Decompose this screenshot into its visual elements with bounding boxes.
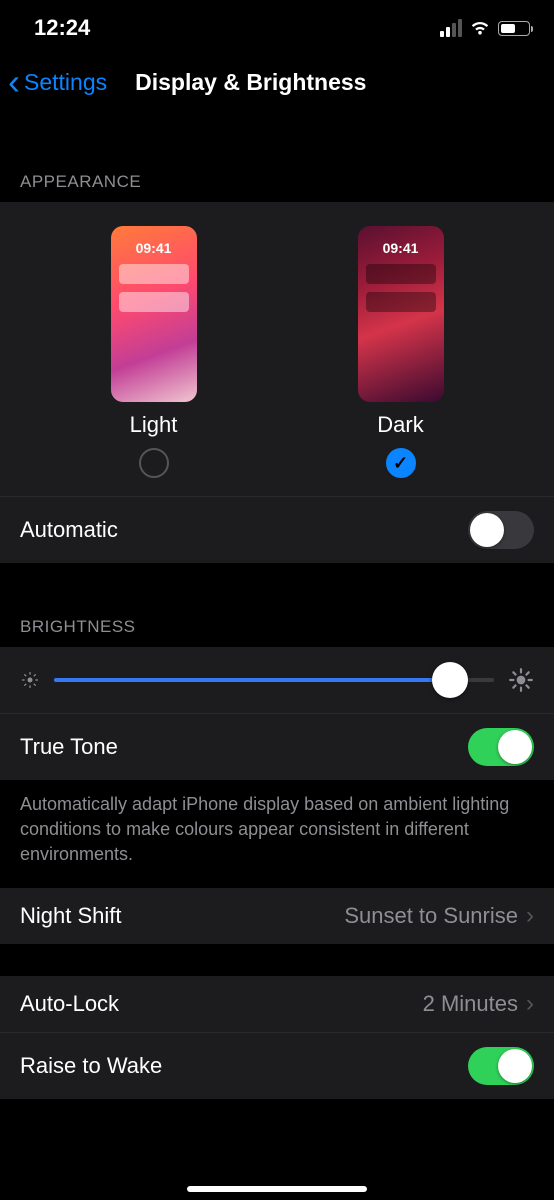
brightness-low-icon [20, 670, 40, 690]
home-indicator[interactable] [187, 1186, 367, 1192]
status-bar: 12:24 [0, 0, 554, 50]
night-shift-group: Night Shift Sunset to Sunrise › [0, 888, 554, 944]
appearance-light-option[interactable]: 09:41 Light [111, 226, 197, 478]
true-tone-label: True Tone [20, 734, 118, 760]
auto-lock-label: Auto-Lock [20, 991, 119, 1017]
appearance-group: 09:41 Light 09:41 Dark Automatic [0, 202, 554, 563]
brightness-slider[interactable] [54, 678, 494, 682]
light-preview-icon: 09:41 [111, 226, 197, 402]
brightness-high-icon [508, 667, 534, 693]
chevron-right-icon: › [526, 902, 534, 930]
night-shift-value: Sunset to Sunrise [344, 903, 518, 929]
chevron-right-icon: › [526, 990, 534, 1018]
brightness-header: Brightness [0, 603, 554, 647]
true-tone-toggle[interactable] [468, 728, 534, 766]
auto-lock-value: 2 Minutes [423, 991, 518, 1017]
page-title: Display & Brightness [135, 69, 366, 96]
dark-radio[interactable] [386, 448, 416, 478]
auto-lock-cell[interactable]: Auto-Lock 2 Minutes › [0, 976, 554, 1032]
status-time: 12:24 [34, 15, 90, 41]
status-icons [440, 19, 530, 37]
raise-to-wake-toggle[interactable] [468, 1047, 534, 1085]
back-chevron-icon[interactable]: ‹ [8, 64, 20, 100]
nav-header: ‹ Settings Display & Brightness [0, 50, 554, 118]
true-tone-cell: True Tone [0, 713, 554, 780]
back-button[interactable]: Settings [24, 69, 107, 96]
raise-to-wake-label: Raise to Wake [20, 1053, 162, 1079]
cellular-icon [440, 19, 462, 37]
light-label: Light [130, 412, 178, 438]
night-shift-cell[interactable]: Night Shift Sunset to Sunrise › [0, 888, 554, 944]
appearance-dark-option[interactable]: 09:41 Dark [358, 226, 444, 478]
automatic-toggle[interactable] [468, 511, 534, 549]
dark-preview-icon: 09:41 [358, 226, 444, 402]
appearance-row: 09:41 Light 09:41 Dark [0, 202, 554, 496]
automatic-cell: Automatic [0, 496, 554, 563]
dark-label: Dark [377, 412, 423, 438]
night-shift-label: Night Shift [20, 903, 122, 929]
lock-group: Auto-Lock 2 Minutes › Raise to Wake [0, 976, 554, 1099]
battery-icon [498, 21, 530, 36]
light-radio[interactable] [139, 448, 169, 478]
automatic-label: Automatic [20, 517, 118, 543]
brightness-group: True Tone [0, 647, 554, 780]
true-tone-footer: Automatically adapt iPhone display based… [0, 780, 554, 888]
raise-to-wake-cell: Raise to Wake [0, 1032, 554, 1099]
wifi-icon [469, 20, 491, 36]
appearance-header: Appearance [0, 158, 554, 202]
brightness-slider-row [0, 647, 554, 713]
